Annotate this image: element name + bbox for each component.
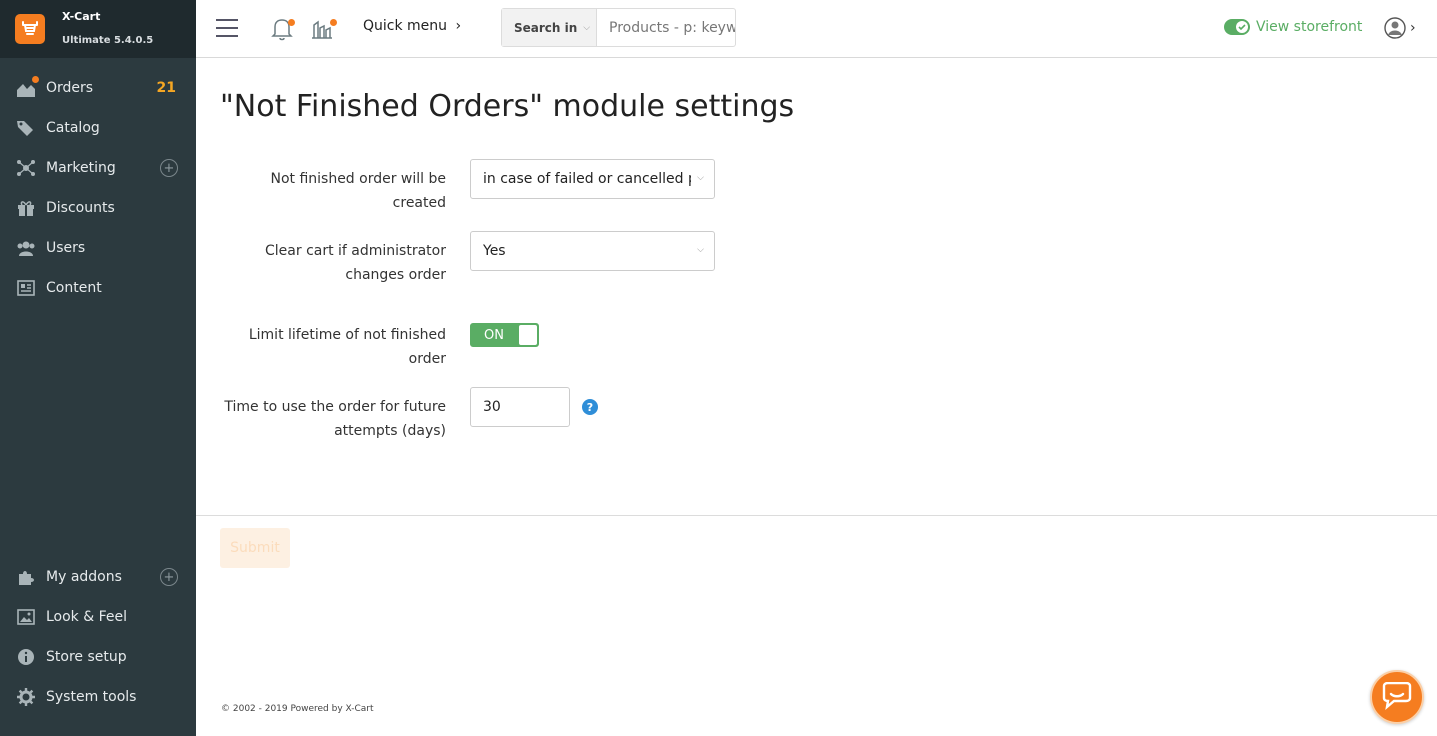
xcart-logo-icon[interactable] bbox=[15, 14, 45, 44]
sidebar: X-Cart Ultimate 5.4.0.5 Orders 21 Catalo… bbox=[0, 0, 196, 736]
sidebar-item-catalog[interactable]: Catalog bbox=[0, 108, 196, 148]
sidebar-item-content[interactable]: Content bbox=[0, 268, 196, 308]
search-input[interactable] bbox=[597, 9, 735, 46]
setting-row-clear-cart: Clear cart if administrator changes orde… bbox=[220, 231, 920, 287]
help-icon[interactable]: ? bbox=[582, 399, 598, 415]
order-creation-select[interactable]: in case of failed or cancelled payment ⌵ bbox=[470, 159, 715, 199]
setting-label: Clear cart if administrator changes orde… bbox=[265, 243, 446, 283]
bell-icon[interactable] bbox=[271, 17, 295, 41]
gear-icon bbox=[16, 687, 36, 707]
chevron-down-icon: ⌵ bbox=[583, 22, 591, 33]
setting-row-order-creation: Not finished order will be created in ca… bbox=[220, 159, 920, 215]
sidebar-item-label: Discounts bbox=[46, 200, 115, 216]
chat-support-button[interactable] bbox=[1370, 670, 1424, 724]
document-icon bbox=[16, 278, 36, 298]
sidebar-item-marketing[interactable]: Marketing + bbox=[0, 148, 196, 188]
search-box: Search in ⌵ bbox=[501, 8, 736, 47]
chevron-down-icon: ⌵ bbox=[697, 245, 704, 255]
days-input[interactable] bbox=[470, 387, 570, 427]
account-menu[interactable]: › bbox=[1384, 17, 1416, 39]
users-icon bbox=[16, 238, 36, 258]
sidebar-nav-bottom: My addons + Look & Feel Store setup Syst… bbox=[0, 557, 196, 717]
sidebar-item-label: Store setup bbox=[46, 649, 127, 665]
network-icon bbox=[16, 158, 36, 178]
sidebar-nav-main: Orders 21 Catalog Marketing + Discounts bbox=[0, 68, 196, 308]
chart-notifications-icon[interactable] bbox=[311, 17, 337, 41]
sidebar-item-label: Look & Feel bbox=[46, 609, 128, 625]
puzzle-icon bbox=[16, 567, 36, 587]
sidebar-item-system-tools[interactable]: System tools bbox=[0, 677, 196, 717]
chevron-right-icon: › bbox=[1410, 20, 1416, 36]
setting-row-limit-lifetime: Limit lifetime of not finished order ON bbox=[220, 323, 920, 371]
setting-label: Not finished order will be created bbox=[270, 171, 446, 211]
limit-lifetime-toggle[interactable]: ON bbox=[470, 323, 539, 347]
sidebar-item-look-feel[interactable]: Look & Feel bbox=[0, 597, 196, 637]
add-marketing-button[interactable]: + bbox=[160, 159, 178, 177]
sidebar-item-users[interactable]: Users bbox=[0, 228, 196, 268]
sidebar-item-label: Content bbox=[46, 280, 102, 296]
sidebar-item-my-addons[interactable]: My addons + bbox=[0, 557, 196, 597]
main-content: "Not Finished Orders" module settings No… bbox=[196, 59, 1437, 736]
storefront-status-icon bbox=[1224, 19, 1250, 35]
sidebar-item-label: Catalog bbox=[46, 120, 100, 136]
sidebar-item-orders[interactable]: Orders 21 bbox=[0, 68, 196, 108]
quick-menu-button[interactable]: Quick menu › bbox=[363, 18, 461, 34]
hamburger-menu-icon[interactable] bbox=[216, 19, 238, 37]
sidebar-item-label: My addons bbox=[46, 569, 122, 585]
setting-label: Limit lifetime of not finished order bbox=[248, 327, 446, 367]
orders-count-badge: 21 bbox=[156, 80, 176, 96]
brand-version: Ultimate 5.4.0.5 bbox=[62, 35, 154, 46]
image-icon bbox=[16, 607, 36, 627]
page-title: "Not Finished Orders" module settings bbox=[220, 89, 795, 124]
chevron-right-icon: › bbox=[455, 18, 462, 34]
user-avatar-icon bbox=[1384, 17, 1406, 39]
clear-cart-select[interactable]: Yes ⌵ bbox=[470, 231, 715, 271]
chevron-down-icon: ⌵ bbox=[697, 173, 704, 183]
sidebar-item-label: System tools bbox=[46, 689, 137, 705]
toggle-state-label: ON bbox=[484, 327, 504, 343]
orders-icon bbox=[16, 76, 39, 98]
sidebar-item-label: Users bbox=[46, 240, 86, 256]
chat-bubble-icon bbox=[1382, 682, 1412, 711]
footer-copyright: © 2002 - 2019 Powered by X-Cart bbox=[221, 704, 374, 714]
sidebar-item-label: Orders bbox=[46, 80, 94, 96]
add-addon-button[interactable]: + bbox=[160, 568, 178, 586]
quick-menu-label: Quick menu bbox=[363, 18, 448, 34]
brand-name: X-Cart bbox=[62, 10, 101, 23]
divider bbox=[196, 515, 1437, 516]
select-value: in case of failed or cancelled payment bbox=[483, 171, 691, 187]
gift-icon bbox=[16, 198, 36, 218]
setting-label: Time to use the order for future attempt… bbox=[224, 399, 446, 439]
sidebar-item-discounts[interactable]: Discounts bbox=[0, 188, 196, 228]
view-storefront-link[interactable]: View storefront bbox=[1224, 19, 1362, 35]
setting-row-time-to-use: Time to use the order for future attempt… bbox=[220, 387, 920, 443]
top-header: Quick menu › Search in ⌵ View storefront… bbox=[196, 0, 1437, 58]
search-in-dropdown[interactable]: Search in ⌵ bbox=[502, 9, 597, 46]
tag-icon bbox=[16, 118, 36, 138]
submit-button[interactable]: Submit bbox=[220, 528, 290, 568]
view-storefront-label: View storefront bbox=[1256, 19, 1363, 35]
sidebar-item-label: Marketing bbox=[46, 160, 116, 176]
select-value: Yes bbox=[483, 243, 506, 259]
brand[interactable]: X-Cart Ultimate 5.4.0.5 bbox=[0, 0, 196, 58]
sidebar-item-store-setup[interactable]: Store setup bbox=[0, 637, 196, 677]
info-icon bbox=[16, 647, 36, 667]
search-in-label: Search in bbox=[514, 20, 578, 35]
